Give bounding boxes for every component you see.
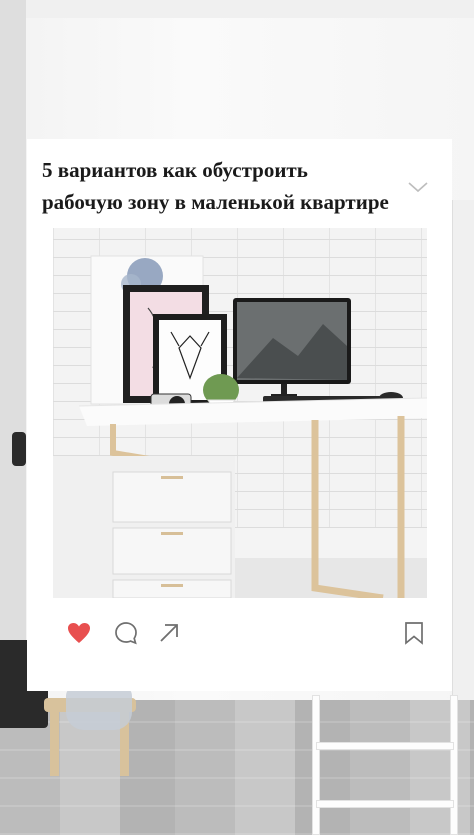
background-ladder-rung (316, 800, 454, 808)
workspace-illustration (53, 255, 427, 598)
post-title: 5 вариантов как обустроить рабочую зону … (42, 154, 442, 218)
background-cloth (66, 686, 132, 730)
background-ladder-rail (312, 695, 320, 835)
background-stool-leg (50, 708, 59, 776)
comment-icon[interactable] (112, 619, 140, 647)
post-image[interactable] (53, 228, 427, 598)
share-arrow-icon[interactable] (155, 619, 183, 647)
post-card: 5 вариантов как обустроить рабочую зону … (27, 139, 452, 691)
heart-icon[interactable] (65, 619, 93, 647)
post-title-line: 5 вариантов как обустроить (42, 158, 308, 182)
chevron-down-icon[interactable] (407, 179, 429, 195)
background-ladder-rung (316, 742, 454, 750)
background-ladder-rail (450, 695, 458, 835)
post-actions-bar (27, 615, 452, 651)
background-ceiling (0, 0, 474, 18)
background-door (0, 0, 26, 700)
background-shelf (452, 200, 474, 700)
bookmark-icon[interactable] (400, 619, 428, 647)
post-title-line: рабочую зону в маленькой квартире (42, 190, 389, 214)
background-wall-hook (12, 432, 26, 466)
